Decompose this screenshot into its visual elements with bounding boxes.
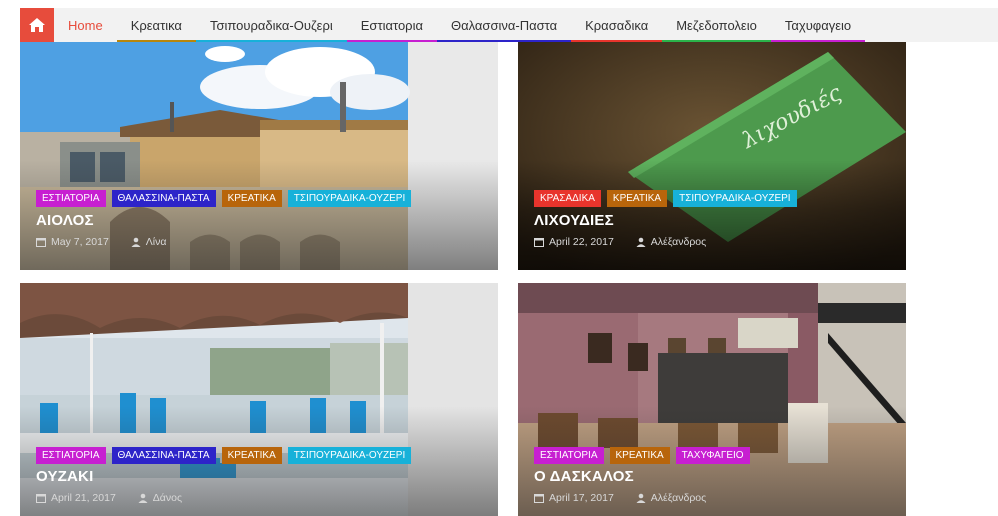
post-meta: May 7, 2017 Λίνα bbox=[36, 236, 166, 248]
post-author[interactable]: Αλέξανδρος bbox=[651, 236, 706, 248]
tag-list: ΚΡΑΣΑΔΙΚΑ ΚΡΕΑΤΙΚΑ ΤΣΙΠΟΥΡΑΔΙΚΑ-ΟΥΖΕΡΙ bbox=[534, 190, 797, 207]
post-date[interactable]: April 21, 2017 bbox=[51, 492, 116, 504]
nav-item-kreatika[interactable]: Κρεατικα bbox=[116, 8, 196, 42]
post-date[interactable]: April 22, 2017 bbox=[549, 236, 614, 248]
post-author[interactable]: Δάνος bbox=[153, 492, 182, 504]
post-card[interactable]: ΕΣΤΙΑΤΟΡΙΑ ΘΑΛΑΣΣΙΝΑ-ΠΑΣΤΑ ΚΡΕΑΤΙΚΑ ΤΣΙΠ… bbox=[20, 42, 498, 270]
calendar-icon bbox=[36, 238, 46, 247]
tag-estiatoria[interactable]: ΕΣΤΙΑΤΟΡΙΑ bbox=[36, 447, 106, 464]
user-icon bbox=[636, 493, 646, 503]
nav-item-mezedopoleio[interactable]: Μεζεδοπολειο bbox=[662, 8, 771, 42]
tag-tsipouradika-ouzeri[interactable]: ΤΣΙΠΟΥΡΑΔΙΚΑ-ΟΥΖΕΡΙ bbox=[287, 447, 412, 464]
tag-tsipouradika-ouzeri[interactable]: ΤΣΙΠΟΥΡΑΔΙΚΑ-ΟΥΖΕΡΙ bbox=[287, 190, 412, 207]
nav-item-label: Κρασαδικα bbox=[585, 17, 649, 33]
post-card[interactable]: ΕΣΤΙΑΤΟΡΙΑ ΘΑΛΑΣΣΙΝΑ-ΠΑΣΤΑ ΚΡΕΑΤΙΚΑ ΤΣΙΠ… bbox=[20, 283, 498, 516]
post-title[interactable]: ΛΙΧΟΥΔΙΕΣ bbox=[534, 212, 614, 229]
post-author[interactable]: Αλέξανδρος bbox=[651, 492, 706, 504]
calendar-icon bbox=[36, 494, 46, 503]
tag-estiatoria[interactable]: ΕΣΤΙΑΤΟΡΙΑ bbox=[36, 190, 106, 207]
nav-item-label: Μεζεδοπολειο bbox=[676, 17, 757, 33]
nav-item-estiatoria[interactable]: Εστιατορια bbox=[346, 8, 437, 42]
nav-item-label: Home bbox=[68, 17, 103, 33]
home-icon bbox=[29, 18, 45, 32]
tag-list: ΕΣΤΙΑΤΟΡΙΑ ΘΑΛΑΣΣΙΝΑ-ΠΑΣΤΑ ΚΡΕΑΤΙΚΑ ΤΣΙΠ… bbox=[36, 447, 412, 464]
user-icon bbox=[131, 237, 141, 247]
tag-estiatoria[interactable]: ΕΣΤΙΑΤΟΡΙΑ bbox=[534, 447, 604, 464]
nav-item-label: Εστιατορια bbox=[360, 17, 423, 33]
nav-item-label: Θαλασσινα-Παστα bbox=[450, 17, 558, 33]
tag-list: ΕΣΤΙΑΤΟΡΙΑ ΚΡΕΑΤΙΚΑ ΤΑΧΥΦΑΓΕΙΟ bbox=[534, 447, 750, 464]
home-button[interactable] bbox=[20, 8, 54, 42]
post-title[interactable]: Ο ΔΑΣΚΑΛΟΣ bbox=[534, 468, 634, 485]
nav-item-tsipouradika[interactable]: Τσιπουραδικα-Ουζερι bbox=[195, 8, 347, 42]
main-nav: Home Κρεατικα Τσιπουραδικα-Ουζερι Εστιατ… bbox=[20, 8, 998, 42]
tag-tsipouradika-ouzeri[interactable]: ΤΣΙΠΟΥΡΑΔΙΚΑ-ΟΥΖΕΡΙ bbox=[673, 190, 797, 207]
post-meta: April 22, 2017 Αλέξανδρος bbox=[534, 236, 706, 248]
nav-item-thalassina[interactable]: Θαλασσινα-Παστα bbox=[436, 8, 572, 42]
nav-item-krasadika[interactable]: Κρασαδικα bbox=[571, 8, 663, 42]
nav-item-label: Τσιπουραδικα-Ουζερι bbox=[209, 17, 333, 33]
post-title[interactable]: ΟΥΖΑΚΙ bbox=[36, 468, 93, 485]
tag-thalassina-pasta[interactable]: ΘΑΛΑΣΣΙΝΑ-ΠΑΣΤΑ bbox=[111, 190, 216, 207]
tag-thalassina-pasta[interactable]: ΘΑΛΑΣΣΙΝΑ-ΠΑΣΤΑ bbox=[111, 447, 216, 464]
tag-kreatika[interactable]: ΚΡΕΑΤΙΚΑ bbox=[221, 447, 282, 464]
post-card[interactable]: ΕΣΤΙΑΤΟΡΙΑ ΚΡΕΑΤΙΚΑ ΤΑΧΥΦΑΓΕΙΟ Ο ΔΑΣΚΑΛΟ… bbox=[518, 283, 906, 516]
post-card[interactable]: λιχουδιές ΚΡΑΣΑΔΙΚΑ ΚΡΕΑΤΙΚΑ ΤΣΙΠΟΥΡΑΔΙΚ… bbox=[518, 42, 906, 270]
nav-item-label: Ταχυφαγειο bbox=[784, 17, 852, 33]
nav-item-label: Κρεατικα bbox=[130, 17, 182, 33]
tag-kreatika[interactable]: ΚΡΕΑΤΙΚΑ bbox=[609, 447, 670, 464]
tag-list: ΕΣΤΙΑΤΟΡΙΑ ΘΑΛΑΣΣΙΝΑ-ΠΑΣΤΑ ΚΡΕΑΤΙΚΑ ΤΣΙΠ… bbox=[36, 190, 412, 207]
user-icon bbox=[636, 237, 646, 247]
user-icon bbox=[138, 493, 148, 503]
tag-kreatika[interactable]: ΚΡΕΑΤΙΚΑ bbox=[221, 190, 282, 207]
post-meta: April 21, 2017 Δάνος bbox=[36, 492, 182, 504]
tag-krasadika[interactable]: ΚΡΑΣΑΔΙΚΑ bbox=[534, 190, 601, 207]
calendar-icon bbox=[534, 238, 544, 247]
tag-taxyfageio[interactable]: ΤΑΧΥΦΑΓΕΙΟ bbox=[675, 447, 750, 464]
calendar-icon bbox=[534, 494, 544, 503]
post-meta: April 17, 2017 Αλέξανδρος bbox=[534, 492, 706, 504]
nav-item-taxyfageio[interactable]: Ταχυφαγειο bbox=[770, 8, 866, 42]
post-title[interactable]: ΑΙΟΛΟΣ bbox=[36, 212, 94, 229]
post-author[interactable]: Λίνα bbox=[146, 236, 167, 248]
nav-item-home[interactable]: Home bbox=[54, 8, 117, 42]
post-date[interactable]: April 17, 2017 bbox=[549, 492, 614, 504]
tag-kreatika[interactable]: ΚΡΕΑΤΙΚΑ bbox=[606, 190, 668, 207]
post-date[interactable]: May 7, 2017 bbox=[51, 236, 109, 248]
